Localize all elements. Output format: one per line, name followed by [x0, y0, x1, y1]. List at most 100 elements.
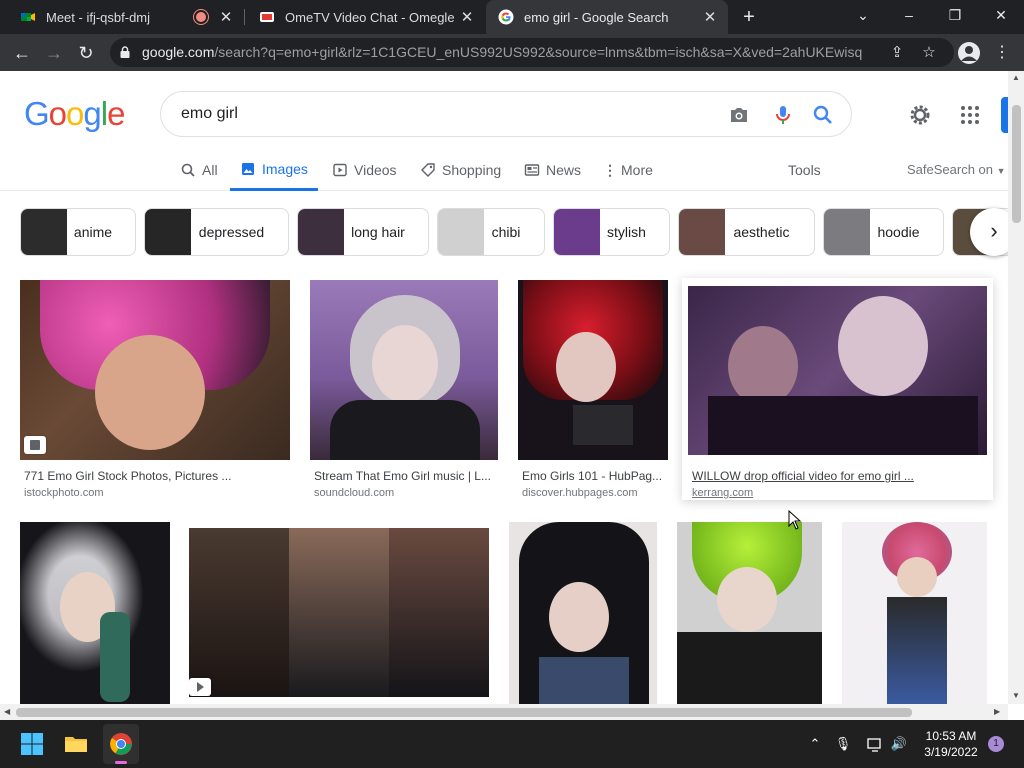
share-icon[interactable]: ⇪ — [888, 44, 906, 62]
play-icon — [197, 682, 204, 692]
result-image[interactable] — [310, 280, 498, 460]
tab-news[interactable]: News — [524, 149, 581, 191]
scrollbar-thumb[interactable] — [1012, 105, 1021, 223]
scroll-down-arrow-icon[interactable]: ▼ — [1012, 691, 1020, 700]
microphone-icon[interactable]: 🎙 — [834, 735, 852, 753]
network-icon[interactable] — [866, 735, 884, 753]
result-title[interactable]: Stream That Emo Girl music | L... — [314, 469, 496, 483]
minimize-button[interactable]: – — [886, 0, 932, 30]
chrome-taskbar-button[interactable] — [103, 724, 139, 764]
browser-tab-ometv[interactable]: OmeTV Video Chat - Omegle Ra ✕ — [245, 0, 485, 34]
url-host: google.com — [142, 44, 215, 60]
chip-chibi[interactable]: chibi — [437, 208, 545, 256]
search-input[interactable]: emo girl — [160, 91, 852, 137]
forward-button[interactable]: → — [40, 39, 68, 67]
chip-anime[interactable]: anime — [20, 208, 136, 256]
close-tab-icon[interactable]: ✕ — [457, 8, 477, 26]
result-source[interactable]: kerrang.com — [692, 487, 753, 499]
chip-depressed[interactable]: depressed — [144, 208, 289, 256]
search-icon[interactable] — [811, 103, 835, 127]
image-detail — [717, 567, 777, 632]
result-image[interactable] — [20, 280, 290, 460]
tab-videos[interactable]: Videos — [332, 149, 397, 191]
scrollbar-thumb[interactable] — [16, 708, 912, 717]
tab-label: Videos — [354, 162, 397, 178]
chip-thumbnail — [554, 209, 600, 255]
result-image[interactable] — [20, 522, 170, 704]
profile-avatar[interactable] — [958, 42, 980, 64]
chip-aesthetic[interactable]: aesthetic — [678, 208, 815, 256]
chip-long-hair[interactable]: long hair — [297, 208, 429, 256]
google-meet-icon — [21, 13, 35, 21]
reload-button[interactable]: ↻ — [72, 39, 100, 67]
google-icon — [498, 9, 514, 25]
result-image[interactable] — [688, 286, 987, 455]
horizontal-scrollbar[interactable]: ◀ ▶ — [0, 704, 1008, 720]
chip-stylish[interactable]: stylish — [553, 208, 670, 256]
image-detail — [289, 528, 389, 697]
back-button[interactable]: ← — [8, 39, 36, 67]
logo-letter-o: o — [48, 95, 67, 132]
tab-title: Meet - ifj-qsbf-dmj — [46, 9, 151, 25]
result-image[interactable] — [189, 528, 489, 697]
camera-icon[interactable] — [727, 103, 751, 127]
ometv-icon — [260, 12, 274, 22]
tools-button[interactable]: Tools — [788, 149, 821, 191]
lock-icon — [120, 46, 130, 58]
notification-badge[interactable]: 1 — [988, 736, 1004, 752]
restore-button[interactable]: ❐ — [932, 0, 978, 30]
chip-hoodie[interactable]: hoodie — [823, 208, 944, 256]
safesearch-toggle[interactable]: SafeSearch on ▼ — [907, 149, 1006, 192]
close-window-button[interactable]: ✕ — [978, 0, 1024, 30]
mouse-cursor-icon — [788, 510, 802, 530]
google-logo[interactable]: Google — [24, 95, 125, 133]
address-bar[interactable]: google.com/search?q=emo+girl&rlz=1C1GCEU… — [110, 38, 954, 67]
logo-letter-g: G — [24, 95, 50, 132]
image-detail — [100, 612, 130, 702]
settings-gear-icon[interactable] — [908, 103, 932, 127]
result-title[interactable]: Emo Girls 101 - HubPag... — [522, 469, 666, 483]
result-source[interactable]: soundcloud.com — [314, 487, 394, 499]
windows-start-icon[interactable] — [20, 732, 44, 756]
bookmark-star-icon[interactable]: ☆ — [920, 44, 938, 62]
volume-icon[interactable]: 🔊 — [890, 735, 908, 753]
scroll-left-arrow-icon[interactable]: ◀ — [4, 707, 10, 716]
taskbar-clock[interactable]: 10:53 AM 3/19/2022 — [916, 728, 986, 760]
result-source[interactable]: discover.hubpages.com — [522, 487, 638, 499]
image-detail — [95, 335, 205, 450]
file-explorer-icon[interactable] — [64, 732, 88, 756]
scroll-right-arrow-icon[interactable]: ▶ — [994, 707, 1000, 716]
caret-down-icon: ▼ — [996, 166, 1006, 176]
clock-time: 10:53 AM — [925, 729, 977, 743]
chevron-up-icon[interactable]: ⌃ — [806, 735, 824, 753]
result-title[interactable]: 771 Emo Girl Stock Photos, Pictures ... — [24, 469, 286, 483]
tab-more[interactable]: ⋮ More — [603, 149, 653, 191]
tab-shopping[interactable]: Shopping — [420, 149, 501, 191]
scroll-up-arrow-icon[interactable]: ▲ — [1012, 73, 1020, 82]
recording-indicator-icon — [196, 12, 206, 22]
vertical-scrollbar[interactable]: ▲ ▼ — [1008, 71, 1024, 704]
new-tab-button[interactable]: + — [737, 5, 761, 29]
result-source[interactable]: istockphoto.com — [24, 487, 103, 499]
microphone-icon[interactable] — [771, 103, 795, 127]
tab-search-chevron-icon[interactable]: ⌄ — [840, 0, 886, 30]
browser-menu-icon[interactable]: ⋮ — [992, 40, 1012, 66]
video-badge-icon — [189, 678, 211, 696]
close-tab-icon[interactable]: ✕ — [216, 8, 236, 26]
url-path: /search?q=emo+girl&rlz=1C1GCEU_enUS992US… — [214, 44, 862, 60]
result-image[interactable] — [518, 280, 668, 460]
tab-images[interactable]: Images — [230, 149, 318, 191]
browser-tab-meet[interactable]: Meet - ifj-qsbf-dmj ✕ — [0, 0, 244, 34]
close-tab-icon[interactable]: ✕ — [700, 8, 720, 26]
result-title[interactable]: WILLOW drop official video for emo girl … — [692, 469, 982, 483]
result-image[interactable] — [842, 522, 987, 704]
sign-in-button[interactable] — [1001, 97, 1008, 133]
person-icon — [961, 46, 977, 61]
tab-all[interactable]: All — [180, 149, 218, 191]
image-detail — [549, 582, 609, 652]
apps-grid-icon[interactable] — [958, 103, 982, 127]
result-image[interactable] — [509, 522, 657, 704]
result-image[interactable] — [677, 522, 822, 704]
browser-tab-google-search[interactable]: emo girl - Google Search ✕ — [486, 0, 728, 34]
chip-thumbnail — [438, 209, 484, 255]
